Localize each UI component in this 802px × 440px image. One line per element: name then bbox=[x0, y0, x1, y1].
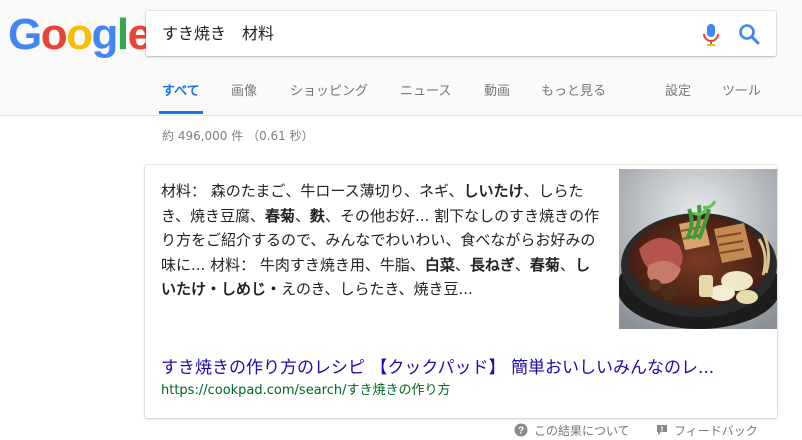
snippet-segment: 、 bbox=[559, 255, 575, 274]
tab-all[interactable]: すべて bbox=[159, 78, 203, 114]
tab-more[interactable]: もっと見る bbox=[541, 78, 606, 113]
tab-images[interactable]: 画像 bbox=[231, 78, 257, 113]
header: Google すき焼き 材料 すべて 画像 ショッピング ニュース 動画 もっと… bbox=[0, 0, 802, 116]
microphone-icon[interactable] bbox=[700, 23, 722, 47]
logo-letter: g bbox=[91, 10, 119, 59]
sukiyaki-photo[interactable] bbox=[619, 169, 777, 329]
feedback-label: フィードバック bbox=[674, 424, 758, 438]
snippet-highlight: 春菊 bbox=[529, 255, 560, 274]
snippet-highlight: 春菊 bbox=[264, 206, 295, 225]
snippet-highlight: 麩 bbox=[309, 206, 325, 225]
search-box[interactable]: すき焼き 材料 bbox=[146, 11, 776, 56]
tab-tools[interactable]: ツール bbox=[722, 78, 761, 113]
featured-snippet: 材料： 森のたまご、牛ロース薄切り、ネギ、しいたけ、しらたき、焼き豆腐、春菊、麩… bbox=[145, 165, 777, 418]
search-tabs: すべて 画像 ショッピング ニュース 動画 もっと見る 設定 ツール bbox=[0, 78, 802, 115]
snippet-segment: 材料： 森のたまご、牛ロース薄切り、ネギ、 bbox=[161, 182, 464, 200]
snippet-highlight: しいたけ bbox=[463, 182, 524, 200]
about-result-link[interactable]: ? この結果について bbox=[514, 422, 630, 440]
logo-letter: o bbox=[40, 10, 68, 59]
logo-letter: l bbox=[116, 10, 129, 59]
tab-settings[interactable]: 設定 bbox=[665, 78, 691, 113]
search-input[interactable]: すき焼き 材料 bbox=[162, 11, 274, 56]
snippet-segment: えのき、しらたき、焼き豆... bbox=[281, 280, 473, 298]
feedback-flag-icon bbox=[656, 424, 668, 439]
tab-videos[interactable]: 動画 bbox=[484, 78, 510, 113]
snippet-segment: 、 bbox=[294, 206, 310, 225]
about-result-label: この結果について bbox=[534, 424, 630, 438]
result-url[interactable]: https://cookpad.com/search/すき焼きの作り方 bbox=[161, 379, 451, 398]
google-logo[interactable]: Google bbox=[8, 10, 152, 60]
result-title-link[interactable]: すき焼きの作り方のレシピ 【クックパッド】 簡単おいしいみんなのレ... bbox=[161, 353, 761, 378]
svg-text:?: ? bbox=[518, 426, 524, 437]
logo-letter: o bbox=[66, 10, 93, 59]
snippet-text: 材料： 森のたまご、牛ロース薄切り、ネギ、しいたけ、しらたき、焼き豆腐、春菊、麩… bbox=[161, 179, 601, 302]
result-stats: 約 496,000 件 （0.61 秒） bbox=[162, 129, 314, 143]
logo-letter: G bbox=[8, 10, 42, 59]
tab-news[interactable]: ニュース bbox=[400, 78, 451, 113]
feedback-link[interactable]: フィードバック bbox=[656, 422, 758, 440]
snippet-highlight: 長ねぎ bbox=[469, 255, 515, 274]
snippet-segment: 、 bbox=[514, 255, 530, 274]
snippet-segment: 、 bbox=[454, 255, 470, 274]
search-icon[interactable] bbox=[738, 23, 760, 45]
snippet-highlight: 白菜 bbox=[424, 255, 455, 274]
tab-shopping[interactable]: ショッピング bbox=[290, 78, 368, 113]
question-circle-icon: ? bbox=[514, 423, 528, 440]
